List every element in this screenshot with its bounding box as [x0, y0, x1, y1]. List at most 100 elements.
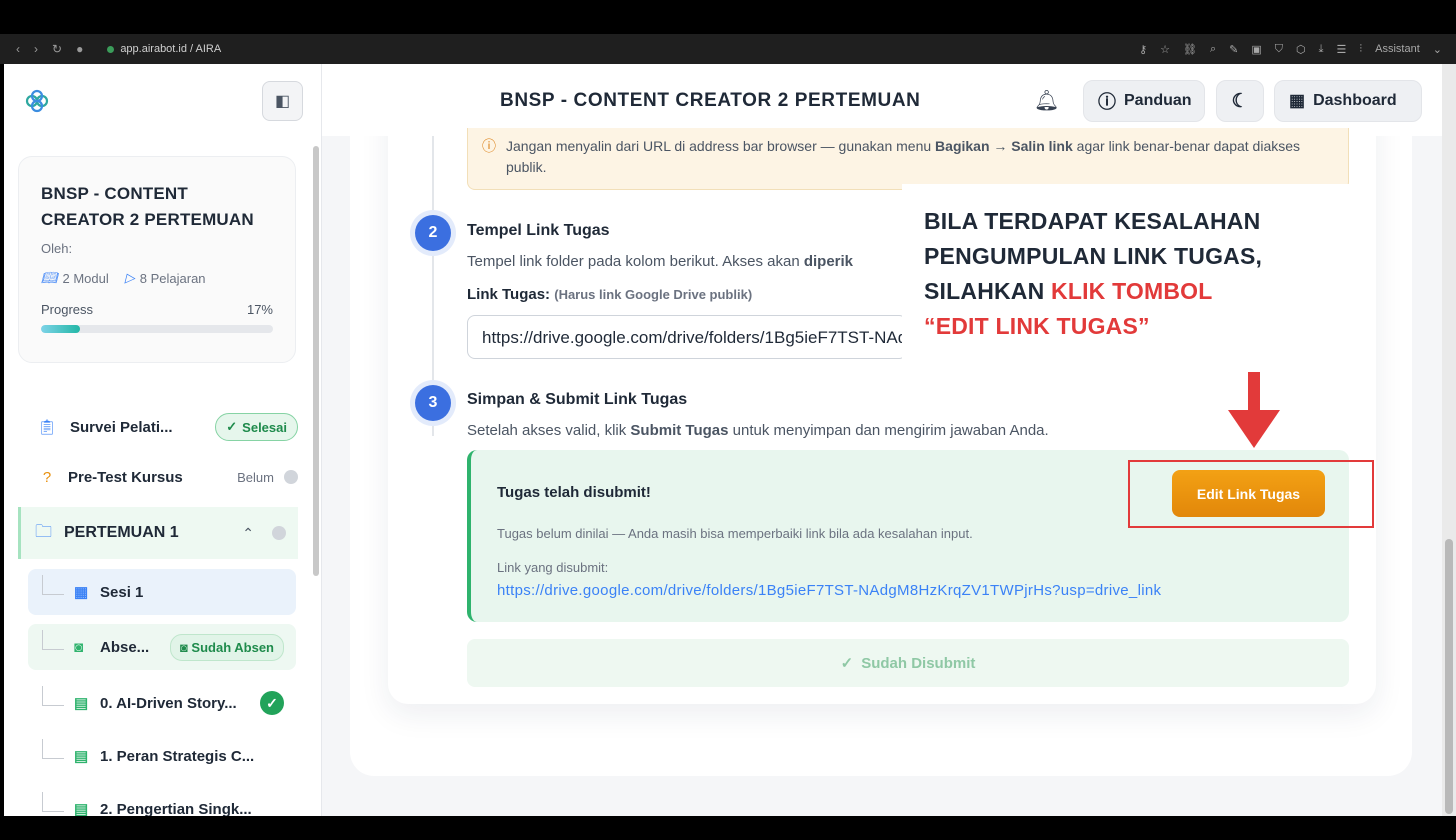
app-page: ◧ BNSP - CONTENT CREATOR 2 PERTEMUAN Ole…: [4, 64, 1450, 816]
step-3-title: Simpan & Submit Link Tugas: [467, 391, 688, 408]
warning-text: Jangan menyalin dari URL di address bar …: [506, 138, 936, 154]
assistant-button[interactable]: Assistant: [1375, 43, 1420, 55]
puzzle-icon[interactable]: ⬡: [1296, 43, 1306, 56]
app-logo-icon: [25, 89, 49, 113]
link-field-label: Link Tugas: (Harus link Google Drive pub…: [467, 286, 753, 303]
sidebar-item-pretest[interactable]: ? Pre-Test Kursus Belum: [18, 462, 298, 492]
calendar-icon: ▦: [74, 584, 89, 601]
sidebar-sub-label: Abse...: [100, 638, 150, 656]
sidebar-sub-label: 1. Peran Strategis C...: [100, 747, 255, 765]
link-icon[interactable]: ⛓: [1183, 43, 1197, 56]
document-icon: ▤: [74, 801, 89, 816]
sidebar-item-label: PERTEMUAN 1: [64, 524, 179, 541]
status-text: Belum: [237, 469, 274, 485]
secure-icon: [107, 45, 115, 53]
play-icon: ▷: [124, 270, 135, 285]
page-scrollbar-thumb[interactable]: [1445, 539, 1453, 814]
progress-label: Progress: [41, 302, 94, 317]
menu-icon[interactable]: ☰: [1337, 43, 1347, 56]
sidebar-sub-lesson-0[interactable]: ▤ 0. AI-Driven Story... ✓: [28, 680, 296, 726]
page-title: BNSP - CONTENT CREATOR 2 PERTEMUAN: [500, 90, 921, 111]
sidebar: ◧ BNSP - CONTENT CREATOR 2 PERTEMUAN Ole…: [4, 64, 322, 816]
collapse-sidebar-button[interactable]: ◧: [262, 81, 303, 121]
dashboard-button[interactable]: ▦ Dashboard: [1274, 80, 1422, 122]
reload-icon[interactable]: ↻: [52, 42, 62, 56]
key-icon[interactable]: ⚷: [1139, 43, 1147, 56]
camera-icon[interactable]: ▣: [1251, 43, 1261, 56]
status-dot: [284, 470, 298, 484]
step-2-title: Tempel Link Tugas: [467, 222, 610, 239]
step-2-description: Tempel link folder pada kolom berikut. A…: [467, 253, 854, 270]
moon-icon: ☾: [1231, 90, 1249, 112]
help-circle-icon: ⓘ: [1098, 92, 1116, 112]
sudah-disubmit-button[interactable]: ✓ Sudah Disubmit: [467, 639, 1349, 687]
link-tugas-input[interactable]: https://drive.google.com/drive/folders/1…: [467, 315, 907, 359]
sidebar-sub-lesson-2[interactable]: ▤ 2. Pengertian Singk...: [28, 786, 296, 816]
tree-line: [42, 630, 64, 650]
screen-bottom-bar: [0, 816, 1456, 840]
attendance-badge: ◙ Sudah Absen: [169, 633, 284, 661]
submitted-title: Tugas telah disubmit!: [497, 484, 651, 501]
sidebar-item-survei[interactable]: 📋︎ Survei Pelati... ✓ Selesai: [18, 407, 298, 447]
screen-top-bar: [0, 0, 1456, 34]
camera-icon: ◙: [74, 638, 84, 656]
forward-icon[interactable]: ›: [34, 42, 38, 56]
document-icon: ▤: [74, 748, 89, 765]
progress-row: Progress 17%: [41, 302, 273, 317]
callout-line: PENGUMPULAN LINK TUGAS,: [924, 243, 1263, 269]
grid-icon: ▦: [1289, 91, 1306, 110]
link-input-value: https://drive.google.com/drive/folders/1…: [482, 328, 907, 347]
browser-toolbar: ‹ › ↻ ● app.airabot.id / AIRA ⚷ ☆ ⛓ ⌕ ✎ …: [0, 34, 1456, 64]
page-scrollbar[interactable]: [1442, 64, 1456, 816]
panduan-label: Panduan: [1124, 92, 1192, 109]
sidebar-sub-absen[interactable]: ◙ Abse... ◙ Sudah Absen: [28, 624, 296, 670]
warning-bold-bagikan: Bagikan: [935, 138, 990, 154]
step-number-3: 3: [415, 385, 451, 421]
submitted-note: Tugas belum dinilai — Anda masih bisa me…: [497, 526, 973, 541]
bell-icon[interactable]: 🔔︎: [1034, 88, 1059, 113]
address-bar[interactable]: app.airabot.id / AIRA: [107, 43, 221, 55]
callout-line: BILA TERDAPAT KESALAHAN: [924, 208, 1261, 234]
theme-toggle-button[interactable]: ☾: [1216, 80, 1264, 122]
extension-icon[interactable]: ✎: [1229, 43, 1238, 56]
warning-arrow: →: [989, 138, 1012, 154]
clipboard-icon: 📋︎: [37, 419, 57, 436]
audio-icon[interactable]: ⫶: [1359, 43, 1362, 56]
course-title: BNSP - CONTENT CREATOR 2 PERTEMUAN: [41, 184, 254, 229]
complete-check-icon: ✓: [260, 691, 284, 715]
star-icon[interactable]: ☆: [1160, 43, 1170, 56]
zoom-icon[interactable]: ⌕: [1210, 43, 1216, 56]
tree-line: [42, 739, 64, 759]
tree-line: [42, 686, 64, 706]
panduan-button[interactable]: ⓘ Panduan: [1083, 80, 1205, 122]
browser-nav: ‹ › ↻ ●: [16, 42, 83, 56]
sidebar-item-label: Pre-Test Kursus: [68, 468, 183, 486]
progress-bar: [41, 325, 273, 333]
download-icon[interactable]: ⤓: [1319, 43, 1324, 56]
modules-count: 📖︎ 2 Modul: [41, 270, 109, 286]
shield-icon[interactable]: ⛉: [1275, 43, 1283, 56]
sidebar-item-label: Survei Pelati...: [70, 418, 173, 436]
progress-value: 17%: [246, 302, 273, 317]
document-icon: ▤: [74, 695, 89, 712]
mic-icon[interactable]: ●: [76, 42, 83, 56]
check-circle-icon: ✓: [840, 655, 854, 672]
sidebar-sub-sesi-1[interactable]: ▦ Sesi 1: [28, 569, 296, 615]
sidebar-item-pertemuan-1[interactable]: 🗀︎ PERTEMUAN 1 ⌃: [18, 507, 298, 559]
book-icon: 📖︎: [41, 270, 58, 285]
course-card: BNSP - CONTENT CREATOR 2 PERTEMUAN Oleh:…: [18, 156, 296, 363]
sidebar-sub-label: 2. Pengertian Singk...: [100, 800, 252, 817]
sidebar-scrollbar[interactable]: [313, 146, 319, 576]
done-button-label: Sudah Disubmit: [861, 654, 976, 672]
chevron-up-icon[interactable]: ⌃: [242, 525, 254, 542]
annotation-callout: BILA TERDAPAT KESALAHAN PENGUMPULAN LINK…: [902, 184, 1352, 360]
warning-bold-salin: Salin link: [1011, 138, 1073, 154]
warning-box: ⓘ Jangan menyalin dari URL di address ba…: [467, 128, 1349, 190]
step-number-2: 2: [415, 215, 451, 251]
callout-line: SILAHKAN KLIK TOMBOL: [924, 278, 1213, 304]
submitted-link[interactable]: https://drive.google.com/drive/folders/1…: [497, 582, 1161, 599]
chevron-down-icon[interactable]: ⌄: [1433, 43, 1442, 56]
sidebar-sub-lesson-1[interactable]: ▤ 1. Peran Strategis C...: [28, 733, 296, 779]
step-3-description: Setelah akses valid, klik Submit Tugas u…: [467, 422, 1049, 439]
back-icon[interactable]: ‹: [16, 42, 20, 56]
